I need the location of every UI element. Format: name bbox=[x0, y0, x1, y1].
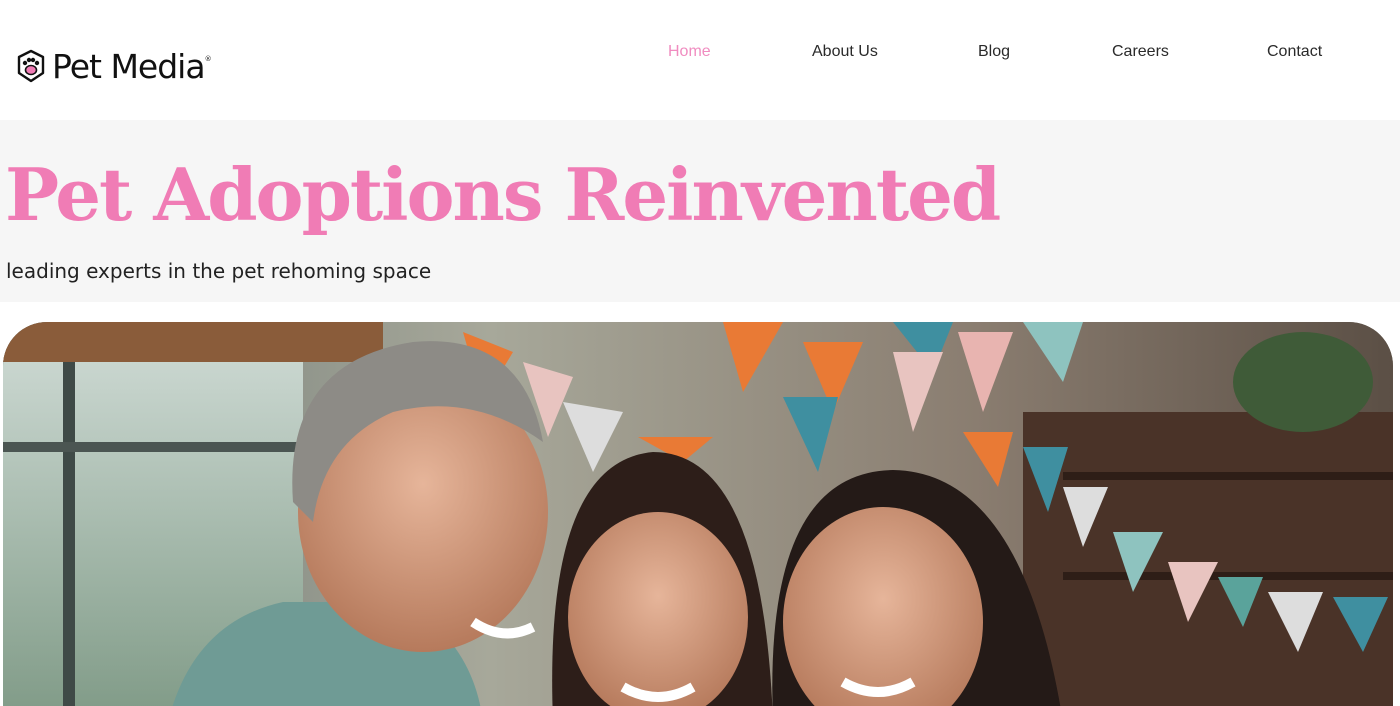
nav-careers[interactable]: Careers bbox=[1112, 43, 1169, 61]
hero-family-photo bbox=[3, 322, 1393, 706]
main-nav: Home About Us Blog Careers Contact bbox=[0, 43, 1400, 63]
hero-subtitle: leading experts in the pet rehoming spac… bbox=[6, 259, 432, 283]
nav-about-us[interactable]: About Us bbox=[812, 43, 878, 61]
hero-title: Pet Adoptions Reinvented bbox=[5, 152, 1001, 237]
nav-blog[interactable]: Blog bbox=[978, 43, 1010, 61]
hero-section: Pet Adoptions Reinvented leading experts… bbox=[0, 120, 1400, 302]
nav-home[interactable]: Home bbox=[668, 43, 711, 61]
nav-contact[interactable]: Contact bbox=[1267, 43, 1322, 61]
site-header: Pet Media ® Home About Us Blog Careers Co… bbox=[0, 0, 1400, 120]
